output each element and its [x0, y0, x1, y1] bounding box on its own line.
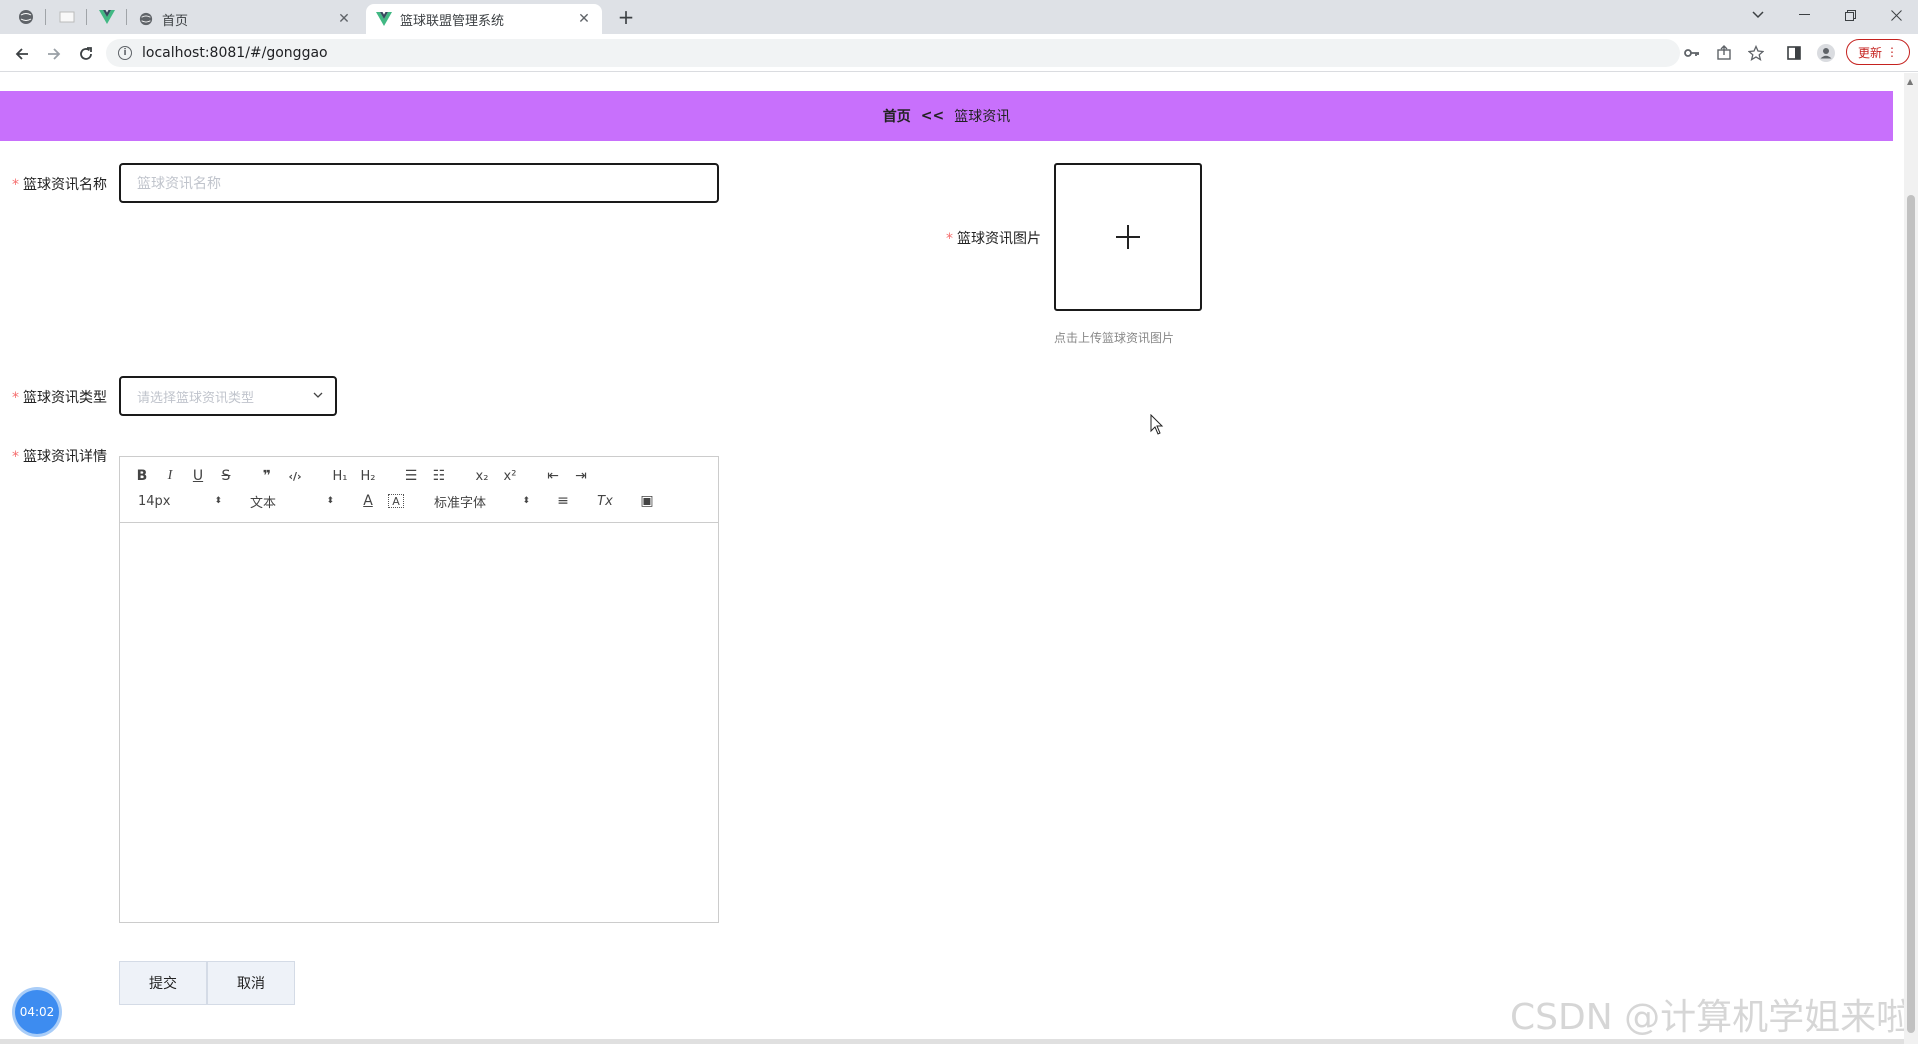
editor-toolbar: B I U S ❞ ‹/› H₁ H₂ ☰ ☷ x₂ x² ⇤ ⇥ 14px ⬍… — [120, 457, 718, 523]
code-icon[interactable]: ‹/› — [286, 466, 304, 486]
scrollbar-thumb[interactable] — [1907, 195, 1915, 1033]
quote-icon[interactable]: ❞ — [258, 466, 276, 486]
name-label: * 篮球资讯名称 — [12, 174, 107, 194]
breadcrumb: 首页 << 篮球资讯 — [0, 91, 1893, 141]
pinned-tab-globe-icon[interactable] — [15, 6, 37, 28]
close-icon[interactable]: ✕ — [336, 11, 352, 27]
rich-text-editor: B I U S ❞ ‹/› H₁ H₂ ☰ ☷ x₂ x² ⇤ ⇥ 14px ⬍… — [119, 456, 719, 923]
strike-icon[interactable]: S — [218, 466, 234, 486]
image-label-text: 篮球资讯图片 — [957, 231, 1041, 247]
image-icon[interactable]: ▣ — [638, 491, 656, 511]
breadcrumb-current: 篮球资讯 — [954, 109, 1011, 125]
detail-label: * 篮球资讯详情 — [12, 446, 107, 466]
page-content: 首页 << 篮球资讯 * 篮球资讯名称 篮球资讯名称 * 篮球资讯图片 点击上传篮球… — [0, 73, 1912, 1044]
bottom-strip — [0, 1039, 1904, 1044]
close-icon[interactable]: ✕ — [576, 11, 592, 27]
update-button[interactable]: 更新 ⋮ — [1846, 39, 1910, 65]
type-select[interactable]: 请选择篮球资讯类型 — [119, 376, 337, 416]
type-label-text: 篮球资讯类型 — [23, 390, 107, 406]
ordered-list-icon[interactable]: ☰ — [402, 466, 420, 486]
header-select[interactable]: 文本 ⬍ — [250, 491, 334, 511]
name-label-text: 篮球资讯名称 — [23, 177, 107, 193]
tab-basketball-system[interactable]: 篮球联盟管理系统 ✕ — [366, 4, 602, 34]
tab-search-chevron-icon[interactable] — [1736, 0, 1780, 30]
more-menu-icon: ⋮ — [1886, 45, 1898, 59]
browser-toolbar: i localhost:8081/#/gonggao 更新 ⋮ — [0, 34, 1918, 72]
required-mark: * — [12, 390, 19, 406]
h1-icon[interactable]: H₁ — [330, 466, 350, 486]
detail-label-text: 篮球资讯详情 — [23, 449, 107, 465]
indent-decrease-icon[interactable]: ⇤ — [544, 466, 562, 486]
h2-icon[interactable]: H₂ — [358, 466, 378, 486]
indent-increase-icon[interactable]: ⇥ — [572, 466, 590, 486]
pinned-tab-vue-icon[interactable] — [96, 6, 118, 28]
superscript-icon[interactable]: x² — [500, 466, 520, 486]
font-color-icon[interactable]: A — [360, 491, 376, 511]
clear-format-icon[interactable]: Tx — [596, 491, 614, 511]
select-arrows-icon: ⬍ — [522, 496, 530, 506]
submit-button[interactable]: 提交 — [119, 961, 207, 1005]
tab-home[interactable]: 首页 ✕ — [128, 4, 362, 34]
select-arrows-icon: ⬍ — [214, 496, 222, 506]
type-placeholder: 请选择篮球资讯类型 — [137, 390, 255, 406]
type-label: * 篮球资讯类型 — [12, 387, 107, 407]
header-value: 文本 — [250, 495, 277, 511]
share-icon[interactable] — [1714, 43, 1734, 63]
minimize-icon[interactable] — [1782, 0, 1826, 30]
globe-icon — [138, 11, 154, 27]
back-arrow-icon[interactable] — [9, 41, 35, 67]
url-text: localhost:8081/#/gonggao — [142, 45, 328, 61]
bold-icon[interactable]: B — [134, 466, 150, 486]
bookmark-star-icon[interactable] — [1746, 43, 1766, 63]
subscript-icon[interactable]: x₂ — [472, 466, 492, 486]
scroll-up-arrow-icon[interactable]: ▲ — [1907, 77, 1913, 86]
name-placeholder: 篮球资讯名称 — [137, 176, 221, 192]
underline-icon[interactable]: U — [190, 466, 206, 486]
required-mark: * — [12, 177, 19, 193]
plus-icon — [1116, 225, 1140, 249]
font-size-select[interactable]: 14px ⬍ — [138, 491, 222, 511]
page-scrollbar[interactable]: ▲ — [1904, 73, 1918, 1044]
window-close-icon[interactable] — [1874, 0, 1918, 30]
select-arrows-icon: ⬍ — [326, 496, 334, 506]
align-icon[interactable]: ≡ — [554, 491, 572, 511]
restore-icon[interactable] — [1828, 0, 1872, 30]
font-family-select[interactable]: 标准字体 ⬍ — [434, 491, 530, 511]
mouse-cursor-icon — [1150, 414, 1164, 435]
pinned-tab-blank-icon[interactable] — [56, 6, 78, 28]
tab-title: 篮球联盟管理系统 — [400, 13, 505, 29]
side-panel-icon[interactable] — [1784, 43, 1804, 63]
font-size-value: 14px — [138, 493, 171, 509]
update-label: 更新 — [1857, 45, 1882, 60]
image-upload-box[interactable] — [1054, 163, 1202, 311]
browser-tab-strip: 首页 ✕ 篮球联盟管理系统 ✕ + — [0, 0, 1918, 34]
cancel-button[interactable]: 取消 — [207, 961, 295, 1005]
font-family-value: 标准字体 — [434, 495, 487, 511]
required-mark: * — [12, 449, 19, 465]
chevron-down-icon — [313, 392, 323, 398]
background-color-icon[interactable]: A — [388, 494, 404, 508]
editor-content-area[interactable] — [120, 523, 718, 922]
key-icon[interactable] — [1682, 43, 1702, 63]
name-input[interactable]: 篮球资讯名称 — [119, 163, 719, 203]
reload-icon[interactable] — [73, 41, 99, 67]
required-mark: * — [946, 231, 953, 247]
profile-avatar-icon[interactable] — [1816, 43, 1836, 63]
italic-icon[interactable]: I — [162, 466, 178, 486]
watermark: CSDN @计算机学姐来啦 — [1510, 997, 1913, 1038]
new-tab-plus-icon[interactable]: + — [614, 5, 638, 29]
breadcrumb-separator: << — [920, 108, 945, 124]
timer-badge[interactable]: 04:02 — [15, 990, 59, 1034]
breadcrumb-home[interactable]: 首页 — [883, 106, 911, 126]
bullet-list-icon[interactable]: ☷ — [430, 466, 448, 486]
upload-tip: 点击上传篮球资讯图片 — [1054, 331, 1175, 345]
forward-arrow-icon[interactable] — [41, 41, 67, 67]
vue-logo-icon — [376, 11, 392, 27]
image-label: * 篮球资讯图片 — [946, 228, 1041, 248]
address-bar[interactable]: i localhost:8081/#/gonggao — [106, 39, 1680, 67]
site-info-icon[interactable]: i — [118, 46, 132, 60]
tab-title: 首页 — [162, 13, 189, 29]
